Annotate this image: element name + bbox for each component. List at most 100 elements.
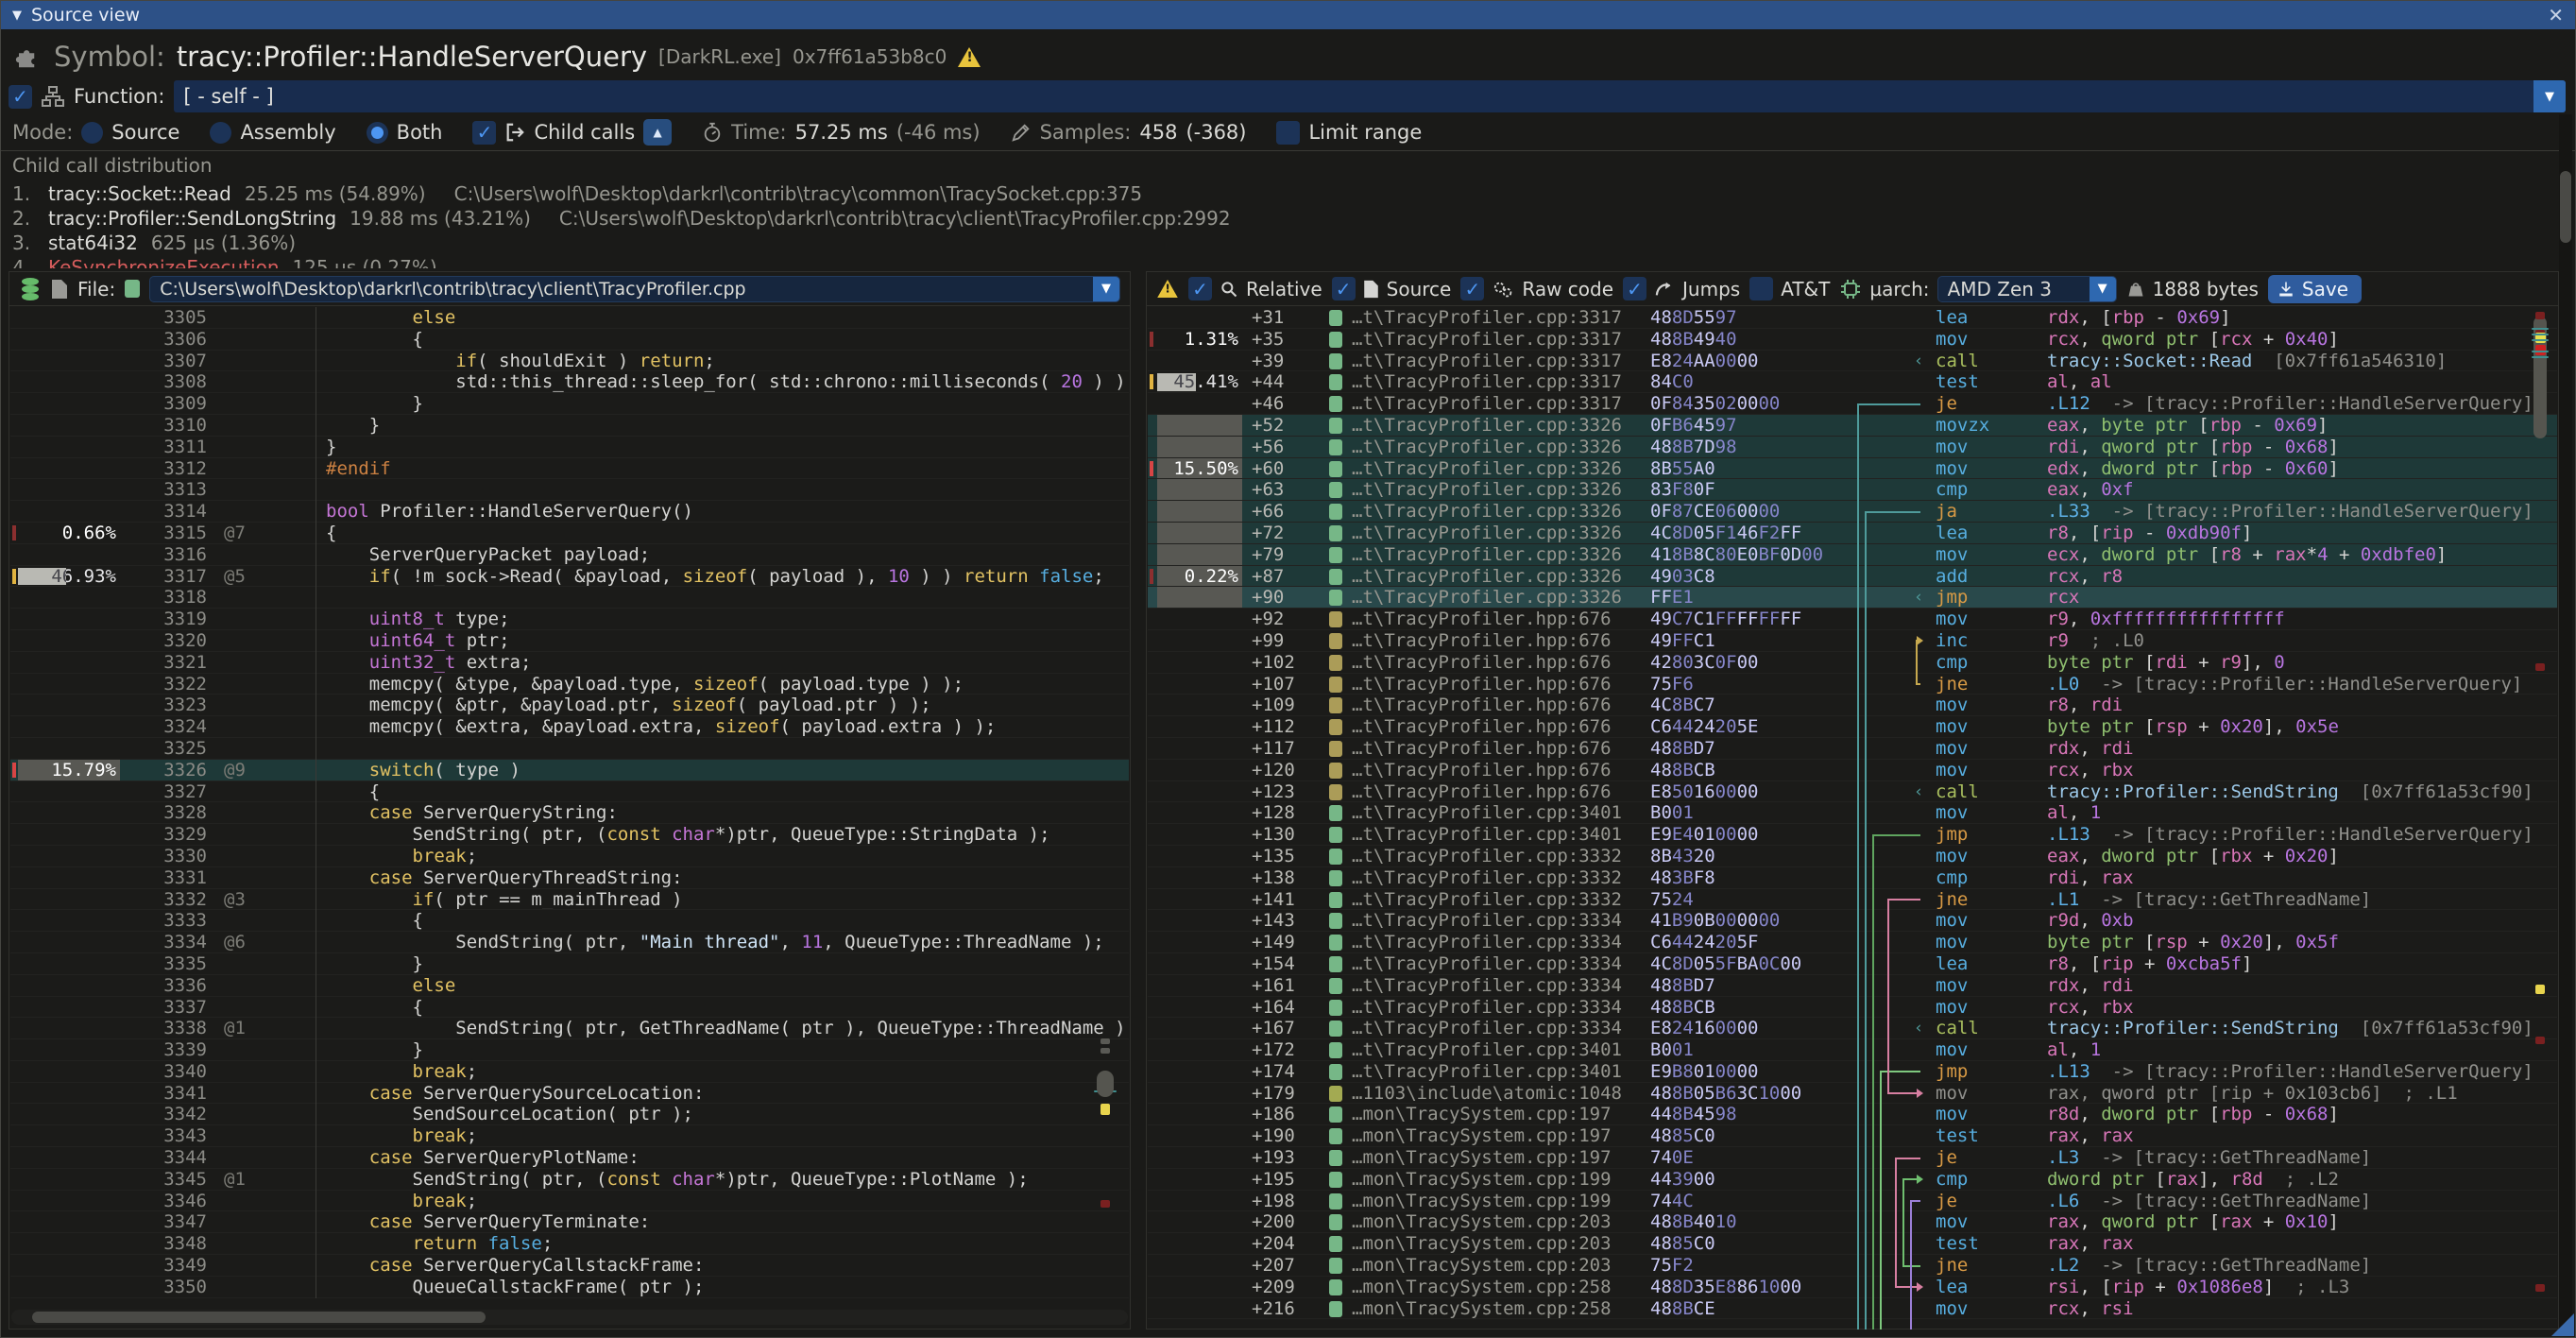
asm-row[interactable]: +117…t\TracyProfiler.hpp:676488BD7movrdx…	[1148, 738, 2557, 760]
source-line-row[interactable]: 3328 case ServerQueryString:	[10, 802, 1129, 824]
asm-row[interactable]: +112…t\TracyProfiler.hpp:676C64424205Emo…	[1148, 716, 2557, 738]
source-label[interactable]: Source	[1387, 278, 1452, 300]
source-code-view[interactable]: 3305 else3306 {3307 if( shouldExit ) ret…	[10, 307, 1129, 1298]
asm-row[interactable]: 1.31%+35…t\TracyProfiler.cpp:3317488B494…	[1148, 329, 2557, 351]
asm-row[interactable]: +39…t\TracyProfiler.cpp:3317E824AA0000ca…	[1148, 351, 2557, 372]
source-line-row[interactable]: 3349 case ServerQueryCallstackFrame:	[10, 1255, 1129, 1277]
source-line-row[interactable]: 3344 case ServerQueryPlotName:	[10, 1147, 1129, 1169]
asm-row[interactable]: +90…t\TracyProfiler.cpp:3326FFE1jmprcx	[1148, 587, 2557, 609]
asm-row[interactable]: +179…1103\include\atomic:1048488B05B63C1…	[1148, 1083, 2557, 1105]
asm-row[interactable]: +72…t\TracyProfiler.cpp:33264C8D05F146F2…	[1148, 523, 2557, 544]
child-call-entry[interactable]: 1.tracy::Socket::Read25.25 ms (54.89%)C:…	[12, 182, 2556, 207]
asm-row[interactable]: +135…t\TracyProfiler.cpp:33328B4320movea…	[1148, 846, 2557, 867]
source-line-row[interactable]: 3331 case ServerQueryThreadString:	[10, 867, 1129, 889]
asm-row[interactable]: +109…t\TracyProfiler.hpp:6764C8BC7movr8,…	[1148, 695, 2557, 716]
asm-row[interactable]: +31…t\TracyProfiler.cpp:3317488D5597lear…	[1148, 307, 2557, 329]
source-line-row[interactable]: 3334@6 SendString( ptr, "Main thread", 1…	[10, 932, 1129, 953]
source-line-row[interactable]: 3345@1 SendString( ptr, (const char*)ptr…	[10, 1169, 1129, 1191]
source-line-row[interactable]: 3343 break;	[10, 1125, 1129, 1147]
asm-row[interactable]: +164…t\TracyProfiler.cpp:3334488BCBmovrc…	[1148, 997, 2557, 1019]
asm-row[interactable]: +79…t\TracyProfiler.cpp:3326418B8C80E0BF…	[1148, 544, 2557, 566]
raw-code-checkbox[interactable]: ✓	[1460, 277, 1484, 300]
asm-row[interactable]: +193…mon\TracySystem.cpp:197740Eje.L3 ->…	[1148, 1147, 2557, 1169]
radio-assembly[interactable]	[210, 122, 231, 144]
source-line-row[interactable]: 3306 {	[10, 329, 1129, 351]
source-checkbox[interactable]: ✓	[1332, 277, 1356, 300]
source-line-row[interactable]: 3342 SendSourceLocation( ptr );	[10, 1104, 1129, 1125]
assembly-scrollbar[interactable]	[2532, 307, 2550, 1329]
source-line-row[interactable]: 3336 else	[10, 975, 1129, 997]
asm-row[interactable]: +207…mon\TracySystem.cpp:20375F2jne.L2 -…	[1148, 1255, 2557, 1277]
asm-row[interactable]: +99…t\TracyProfiler.hpp:67649FFC1incr9 ;…	[1148, 630, 2557, 652]
asm-row[interactable]: +209…mon\TracySystem.cpp:258488D35E88610…	[1148, 1277, 2557, 1298]
source-line-row[interactable]: 3310 }	[10, 415, 1129, 437]
source-line-row[interactable]: 3325	[10, 738, 1129, 760]
asm-row[interactable]: +52…t\TracyProfiler.cpp:33260FB64597movz…	[1148, 415, 2557, 437]
assembly-view[interactable]: +31…t\TracyProfiler.cpp:3317488D5597lear…	[1148, 307, 2557, 1329]
jumps-checkbox[interactable]: ✓	[1623, 277, 1646, 300]
source-line-row[interactable]: 3350 QueueCallstackFrame( ptr );	[10, 1277, 1129, 1298]
asm-row[interactable]: +46…t\TracyProfiler.cpp:33170F8435020000…	[1148, 393, 2557, 415]
asm-row[interactable]: +107…t\TracyProfiler.hpp:67675F6jne.L0 -…	[1148, 674, 2557, 695]
asm-row[interactable]: 15.50%+60…t\TracyProfiler.cpp:33268B55A0…	[1148, 458, 2557, 480]
source-line-row[interactable]: 3319 uint8_t type;	[10, 609, 1129, 630]
asm-row[interactable]: +216…mon\TracySystem.cpp:258488BCEmovrcx…	[1148, 1298, 2557, 1320]
window-scrollbar[interactable]	[2559, 114, 2572, 1331]
asm-row[interactable]: +195…mon\TracySystem.cpp:199443900cmpdwo…	[1148, 1169, 2557, 1191]
asm-row[interactable]: +161…t\TracyProfiler.cpp:3334488BD7movrd…	[1148, 975, 2557, 997]
source-line-row[interactable]: 46.93%3317@5 if( !m_sock->Read( &payload…	[10, 566, 1129, 588]
jumps-label[interactable]: Jumps	[1682, 278, 1740, 300]
asm-row[interactable]: +66…t\TracyProfiler.cpp:33260F87CE060000…	[1148, 501, 2557, 523]
source-line-row[interactable]: 3337 {	[10, 997, 1129, 1019]
asm-row[interactable]: +130…t\TracyProfiler.cpp:3401E9E4010000j…	[1148, 824, 2557, 846]
source-line-row[interactable]: 3330 break;	[10, 846, 1129, 867]
asm-row[interactable]: +149…t\TracyProfiler.cpp:3334C64424205Fm…	[1148, 932, 2557, 953]
source-line-row[interactable]: 3318	[10, 587, 1129, 609]
asm-row[interactable]: +63…t\TracyProfiler.cpp:332683F80Fcmpeax…	[1148, 479, 2557, 501]
asm-row[interactable]: +198…mon\TracySystem.cpp:199744Cje.L6 ->…	[1148, 1191, 2557, 1212]
source-line-row[interactable]: 3312#endif	[10, 458, 1129, 480]
source-line-row[interactable]: 3323 memcpy( &ptr, &payload.ptr, sizeof(…	[10, 695, 1129, 716]
close-icon[interactable]: ✕	[2548, 4, 2564, 26]
source-scroll-marks[interactable]	[1094, 307, 1117, 1298]
resize-grip[interactable]	[2551, 1313, 2574, 1336]
source-line-row[interactable]: 15.79%3326@9 switch( type )	[10, 760, 1129, 781]
source-horizontal-scrollbar[interactable]	[11, 1310, 1128, 1325]
source-line-row[interactable]: 3311}	[10, 437, 1129, 458]
source-line-row[interactable]: 3347 case ServerQueryTerminate:	[10, 1211, 1129, 1233]
asm-row[interactable]: +141…t\TracyProfiler.cpp:33327524jne.L1 …	[1148, 889, 2557, 911]
march-combo[interactable]: AMD Zen 3 ▼	[1937, 276, 2117, 302]
source-line-row[interactable]: 3348 return false;	[10, 1233, 1129, 1255]
source-line-row[interactable]: 3316 ServerQueryPacket payload;	[10, 544, 1129, 566]
asm-row[interactable]: +167…t\TracyProfiler.cpp:3334E824160000c…	[1148, 1018, 2557, 1039]
chevron-down-icon[interactable]: ▼	[1093, 277, 1119, 301]
asm-row[interactable]: +143…t\TracyProfiler.cpp:333441B90B00000…	[1148, 910, 2557, 932]
asm-row[interactable]: +102…t\TracyProfiler.hpp:67642803C0F00cm…	[1148, 652, 2557, 674]
asm-row[interactable]: +123…t\TracyProfiler.hpp:676E850160000ca…	[1148, 781, 2557, 803]
radio-assembly-label[interactable]: Assembly	[240, 121, 335, 144]
title-bar[interactable]: ▼ Source view ✕	[1, 1, 2575, 29]
radio-source-label[interactable]: Source	[111, 121, 179, 144]
asm-row[interactable]: +190…mon\TracySystem.cpp:1974885C0testra…	[1148, 1125, 2557, 1147]
source-line-row[interactable]: 3309 }	[10, 393, 1129, 415]
collapse-child-calls-button[interactable]: ▲	[643, 119, 672, 146]
relative-label[interactable]: Relative	[1246, 278, 1322, 300]
att-label[interactable]: AT&T	[1781, 278, 1830, 300]
asm-row[interactable]: +172…t\TracyProfiler.cpp:3401B001moval, …	[1148, 1039, 2557, 1061]
source-line-row[interactable]: 3339 }	[10, 1039, 1129, 1061]
radio-both[interactable]	[367, 122, 388, 144]
child-calls-checkbox[interactable]: ✓	[472, 121, 496, 145]
asm-row[interactable]: +128…t\TracyProfiler.cpp:3401B001moval, …	[1148, 802, 2557, 824]
function-checkbox[interactable]: ✓	[9, 85, 32, 109]
collapse-icon[interactable]: ▼	[12, 9, 22, 23]
asm-row[interactable]: +138…t\TracyProfiler.cpp:3332483BF8cmprd…	[1148, 867, 2557, 889]
source-line-row[interactable]: 3341 case ServerQuerySourceLocation:	[10, 1083, 1129, 1105]
radio-source[interactable]	[81, 122, 103, 144]
source-line-row[interactable]: 3333 {	[10, 910, 1129, 932]
asm-row[interactable]: +186…mon\TracySystem.cpp:197448B4598movr…	[1148, 1104, 2557, 1125]
child-call-entry[interactable]: 2.tracy::Profiler::SendLongString19.88 m…	[12, 207, 2556, 232]
limit-range-checkbox[interactable]	[1276, 121, 1300, 145]
asm-row[interactable]: +204…mon\TracySystem.cpp:2034885C0testra…	[1148, 1233, 2557, 1255]
asm-row[interactable]: +120…t\TracyProfiler.hpp:676488BCBmovrcx…	[1148, 760, 2557, 781]
function-combo[interactable]: [ - self - ] ▼	[174, 80, 2566, 112]
